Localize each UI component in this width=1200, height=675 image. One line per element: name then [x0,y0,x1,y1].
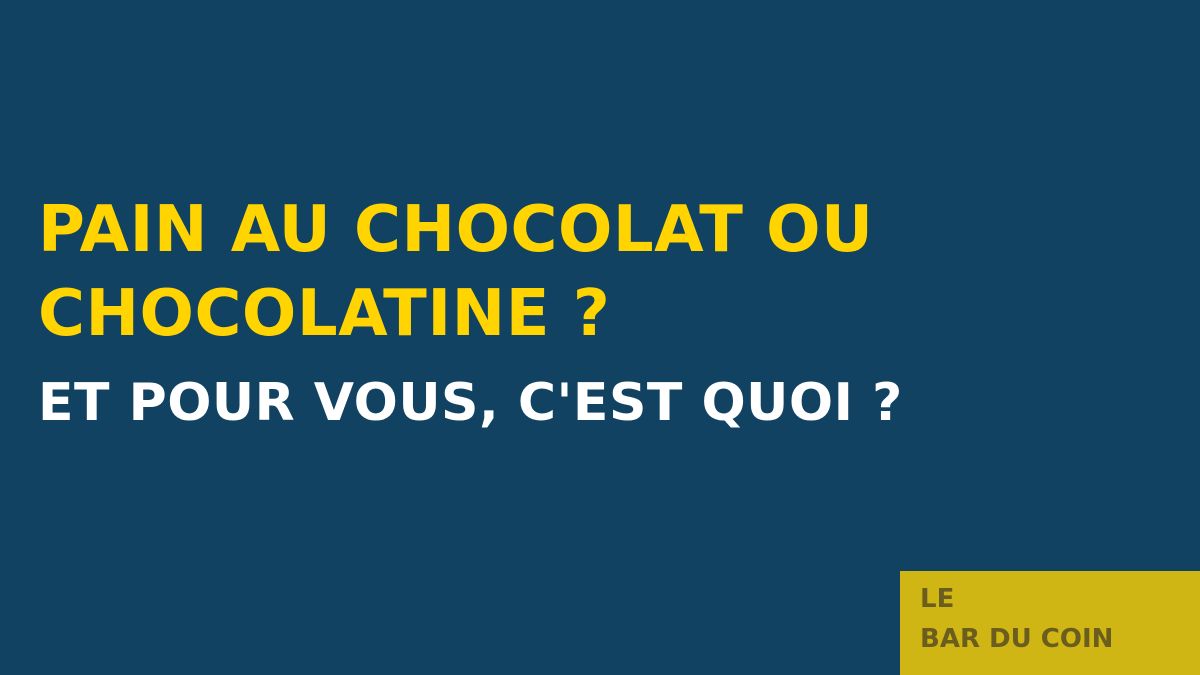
headline-line-2: CHOCOLATINE ? [38,277,611,351]
headline-line-1: PAIN AU CHOCOLAT OU [38,193,874,267]
headline: PAIN AU CHOCOLAT OU CHOCOLATINE ? [38,188,1038,356]
subheadline: ET POUR VOUS, C'EST QUOI ? [38,373,903,433]
brand-logo-line-2: BAR DU COIN [920,624,1114,654]
brand-logo-line-1: LE [920,584,955,614]
brand-logo: LE BAR DU COIN [900,571,1200,675]
